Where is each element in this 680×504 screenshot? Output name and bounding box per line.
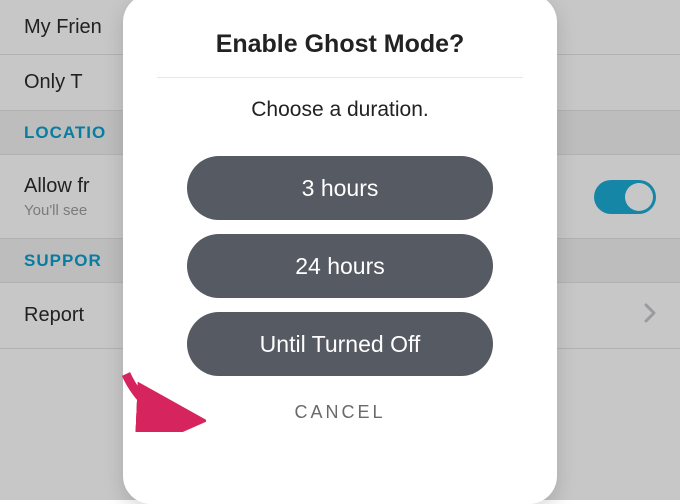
option-label: 3 hours [302, 175, 379, 202]
option-24-hours-button[interactable]: 24 hours [187, 234, 493, 298]
modal-subtitle: Choose a duration. [251, 98, 428, 122]
option-label: Until Turned Off [260, 331, 421, 358]
duration-options: 3 hours 24 hours Until Turned Off [157, 156, 523, 376]
option-label: 24 hours [295, 253, 385, 280]
divider [157, 77, 523, 78]
option-until-off-button[interactable]: Until Turned Off [187, 312, 493, 376]
ghost-mode-modal: Enable Ghost Mode? Choose a duration. 3 … [123, 0, 557, 504]
option-3-hours-button[interactable]: 3 hours [187, 156, 493, 220]
modal-title: Enable Ghost Mode? [216, 30, 465, 59]
cancel-button[interactable]: CANCEL [294, 402, 385, 423]
